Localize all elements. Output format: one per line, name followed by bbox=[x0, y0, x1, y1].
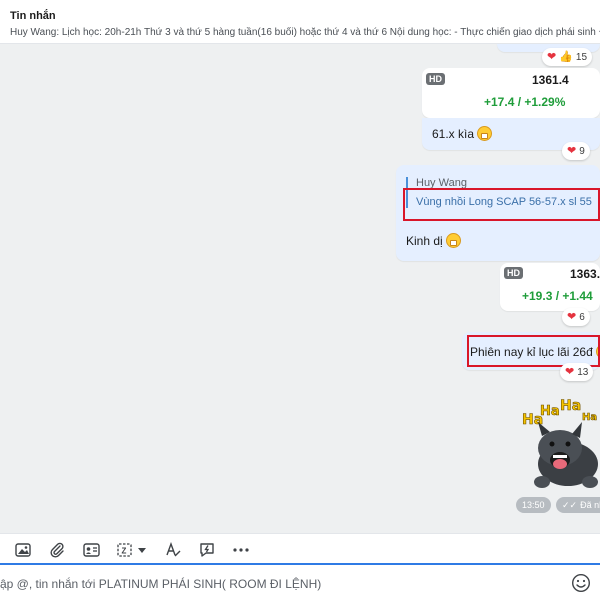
composer-toolbar: Z bbox=[0, 533, 600, 565]
message-text: 61.x kìa bbox=[432, 126, 493, 141]
heart-icon: ❤ bbox=[547, 50, 557, 63]
hd-badge: HD bbox=[504, 267, 523, 279]
highlight-box bbox=[403, 188, 600, 221]
thumbs-up-icon: 👍 bbox=[559, 50, 573, 63]
reaction-count: 13 bbox=[577, 366, 589, 378]
more-icon[interactable] bbox=[232, 541, 250, 559]
contact-card-icon[interactable] bbox=[82, 541, 100, 559]
reaction-count: 15 bbox=[575, 51, 588, 63]
message-list[interactable]: ❤ 👍 15 HD 1361.4 +17.4 / +1.29% 61.x kìa… bbox=[0, 44, 600, 533]
stock-price: 1363. bbox=[570, 267, 600, 281]
conversation-header: Tin nhắn Huy Wang: Lịch học: 20h-21h Thứ… bbox=[0, 0, 600, 44]
stock-change: +19.3 / +1.44 bbox=[522, 289, 593, 303]
reaction-count: 6 bbox=[579, 311, 585, 323]
emoji-icon[interactable] bbox=[571, 573, 591, 593]
message-input-placeholder[interactable]: ập @, tin nhắn tới PLATINUM PHÁI SINH( R… bbox=[0, 577, 321, 591]
double-check-icon: ✓✓ bbox=[562, 499, 578, 510]
heart-icon: ❤ bbox=[565, 365, 575, 378]
message-text: Kinh dị bbox=[406, 233, 461, 248]
quick-message-icon[interactable] bbox=[198, 541, 216, 559]
reaction-summary[interactable]: ❤ 6 bbox=[562, 308, 590, 326]
hd-badge: HD bbox=[426, 73, 445, 85]
pinned-message-preview[interactable]: Huy Wang: Lịch học: 20h-21h Thứ 3 và thứ… bbox=[10, 27, 600, 38]
svg-text:Z: Z bbox=[122, 547, 127, 556]
message-composer[interactable]: ập @, tin nhắn tới PLATINUM PHÁI SINH( R… bbox=[0, 566, 600, 600]
image-icon[interactable] bbox=[14, 541, 32, 559]
reaction-count: 9 bbox=[579, 145, 585, 157]
heart-icon: ❤ bbox=[567, 144, 577, 157]
stock-card[interactable]: HD 1363. +19.3 / +1.44 bbox=[500, 263, 600, 311]
header-title: Tin nhắn bbox=[10, 10, 56, 22]
reaction-summary[interactable]: ❤ 👍 15 bbox=[542, 48, 593, 66]
format-text-icon[interactable] bbox=[164, 541, 182, 559]
grinning-emoji-icon bbox=[477, 126, 493, 141]
grinning-emoji-icon bbox=[445, 233, 461, 248]
message-time: 13:50 bbox=[516, 497, 551, 513]
stock-change: +17.4 / +1.29% bbox=[484, 95, 566, 109]
laughing-dog-sticker[interactable]: Ha Ha Ha Ha bbox=[520, 398, 600, 488]
dog-icon bbox=[534, 422, 598, 488]
screenshot-icon[interactable]: Z bbox=[116, 541, 150, 559]
reaction-summary[interactable]: ❤ 9 bbox=[562, 142, 590, 160]
stock-price: 1361.4 bbox=[532, 73, 569, 87]
seen-status: ✓✓ Đã nh bbox=[556, 497, 600, 513]
sticker-text: Ha bbox=[560, 398, 582, 415]
stock-card[interactable]: HD 1361.4 +17.4 / +1.29% bbox=[422, 68, 600, 118]
heart-icon: ❤ bbox=[567, 310, 577, 323]
attach-icon[interactable] bbox=[48, 541, 66, 559]
reaction-summary[interactable]: ❤ 13 bbox=[560, 363, 594, 381]
